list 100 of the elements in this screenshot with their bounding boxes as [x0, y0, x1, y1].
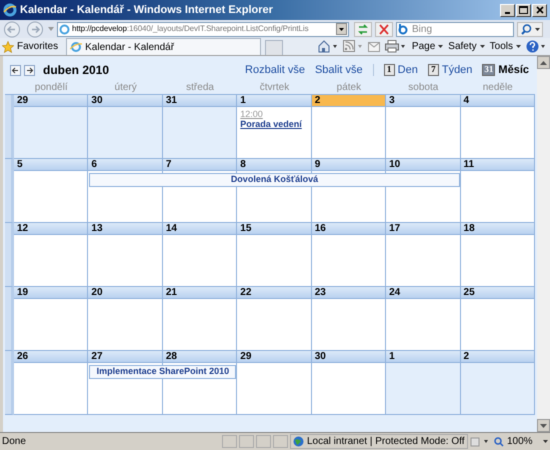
day-number[interactable]: 23 [312, 287, 386, 299]
day-number[interactable]: 18 [460, 223, 534, 235]
day-number[interactable]: 22 [237, 287, 311, 299]
day-number[interactable]: 29 [14, 95, 88, 107]
window-title: Kalendar - Kalendář - Windows Internet Explorer [20, 2, 273, 18]
day-number[interactable]: 8 [237, 159, 311, 171]
close-icon [536, 6, 544, 14]
mail-icon[interactable] [368, 42, 380, 52]
day-number[interactable]: 2 [460, 351, 534, 363]
day-number[interactable]: 27 [88, 351, 162, 363]
view-tab[interactable]: 31 Měsíc [482, 62, 529, 78]
menu-button[interactable]: Safety [448, 39, 485, 54]
dropdown-button[interactable] [336, 23, 347, 35]
globe-icon [293, 436, 304, 447]
day-number[interactable]: 28 [162, 351, 236, 363]
star-icon [2, 40, 14, 52]
calendar-icon: 1 [384, 64, 395, 76]
week-gutter [5, 287, 14, 351]
calendar-icon: 7 [428, 64, 439, 76]
scroll-down-button[interactable] [537, 419, 550, 432]
event-link[interactable]: Porada vedení [240, 119, 302, 129]
close-button[interactable] [532, 4, 547, 16]
address-field[interactable]: http://pcdevelop:16040/_layouts/DevIT.Sharepoint.ListConfig/PrintLis [57, 22, 349, 36]
home-icon[interactable] [318, 40, 338, 53]
day-number[interactable]: 26 [14, 351, 88, 363]
day-number[interactable]: 29 [237, 351, 311, 363]
week-gutter [5, 159, 14, 223]
day-number[interactable]: 20 [88, 287, 162, 299]
link[interactable]: Sbalit vše [314, 62, 363, 78]
weekday-label: úterý [114, 81, 137, 95]
week-gutter [5, 223, 14, 287]
favorites-button[interactable]: Favorites [2, 39, 58, 54]
browser-tab[interactable]: Kalendar - Kalendář [66, 38, 262, 55]
calendar-icon: 31 [482, 64, 496, 76]
caret-icon [480, 45, 485, 48]
day-number[interactable]: 30 [88, 95, 162, 107]
event-banner[interactable]: Dovolená Košťálová [89, 173, 460, 187]
day-number[interactable]: 16 [312, 223, 386, 235]
zoom-button[interactable]: 100% [492, 434, 548, 449]
day-number[interactable]: 21 [162, 287, 236, 299]
maximize-button[interactable] [516, 4, 531, 16]
print-icon[interactable] [384, 40, 407, 53]
next-button[interactable] [24, 64, 35, 76]
browser-logo-icon[interactable] [3, 3, 17, 17]
weekday-label: čtvrtek [260, 81, 290, 95]
search-field[interactable]: Bing [396, 22, 514, 36]
day-number[interactable]: 15 [237, 223, 311, 235]
day-number[interactable]: 9 [312, 159, 386, 171]
weekday-label: neděle [482, 81, 513, 95]
status-pane [239, 435, 254, 448]
up-arrow-icon [540, 60, 547, 64]
day-number[interactable]: 11 [460, 159, 534, 171]
minimize-button[interactable] [500, 4, 515, 16]
scroll-up-button[interactable] [537, 56, 550, 69]
day-number[interactable]: 13 [88, 223, 162, 235]
day-number[interactable]: 4 [460, 95, 534, 107]
day-number[interactable]: 31 [162, 95, 236, 107]
day-number[interactable]: 24 [386, 287, 460, 299]
day-number[interactable]: 30 [312, 351, 386, 363]
day-number[interactable]: 7 [162, 159, 236, 171]
status-text: Done [2, 435, 27, 449]
day-number[interactable]: 1 [237, 95, 311, 107]
link[interactable]: Rozbalit vše [245, 62, 305, 78]
month-title: duben 2010 [43, 62, 110, 79]
weekday-label: sobota [408, 81, 438, 95]
search-button[interactable] [517, 22, 543, 36]
help-icon[interactable] [526, 40, 546, 53]
event-time: 12:00 [240, 109, 263, 119]
day-number[interactable]: 14 [162, 223, 236, 235]
search-provider-icon [398, 24, 409, 34]
day-number[interactable]: 1 [386, 351, 460, 363]
zoom-icon [494, 436, 504, 446]
close-icon[interactable] [375, 22, 393, 36]
day-number[interactable]: 2 [312, 95, 386, 107]
day-number[interactable]: 19 [14, 287, 88, 299]
day-number[interactable]: 25 [460, 287, 534, 299]
day-number[interactable]: 3 [386, 95, 460, 107]
day-number[interactable]: 5 [14, 159, 88, 171]
refresh-button[interactable] [354, 22, 372, 36]
day-number[interactable]: 17 [386, 223, 460, 235]
status-pane [222, 435, 237, 448]
url-text: http://pcdevelop:16040/_layouts/DevIT.Sharepoint.ListConfig/PrintLis [72, 23, 308, 35]
browser-logo-icon [70, 41, 82, 53]
feed-icon[interactable] [342, 40, 363, 53]
week-gutter [5, 95, 14, 159]
status-pane [273, 435, 288, 448]
weekday-label: středa [186, 81, 214, 95]
scrollbar[interactable] [537, 56, 550, 432]
weekday-label: pondělí [34, 81, 68, 95]
view-tab[interactable]: 1 Den [384, 62, 418, 78]
view-tab[interactable]: 7 Týden [428, 62, 472, 78]
day-number[interactable]: 12 [14, 223, 88, 235]
day-number[interactable]: 6 [88, 159, 162, 171]
previous-button[interactable] [10, 64, 21, 76]
day-number[interactable]: 10 [386, 159, 460, 171]
status-pane [256, 435, 271, 448]
event-banner[interactable]: Implementace SharePoint 2010 [89, 365, 236, 379]
caret-icon [339, 28, 344, 30]
menu-button[interactable]: Page [412, 39, 444, 54]
menu-button[interactable]: Tools [490, 39, 521, 54]
